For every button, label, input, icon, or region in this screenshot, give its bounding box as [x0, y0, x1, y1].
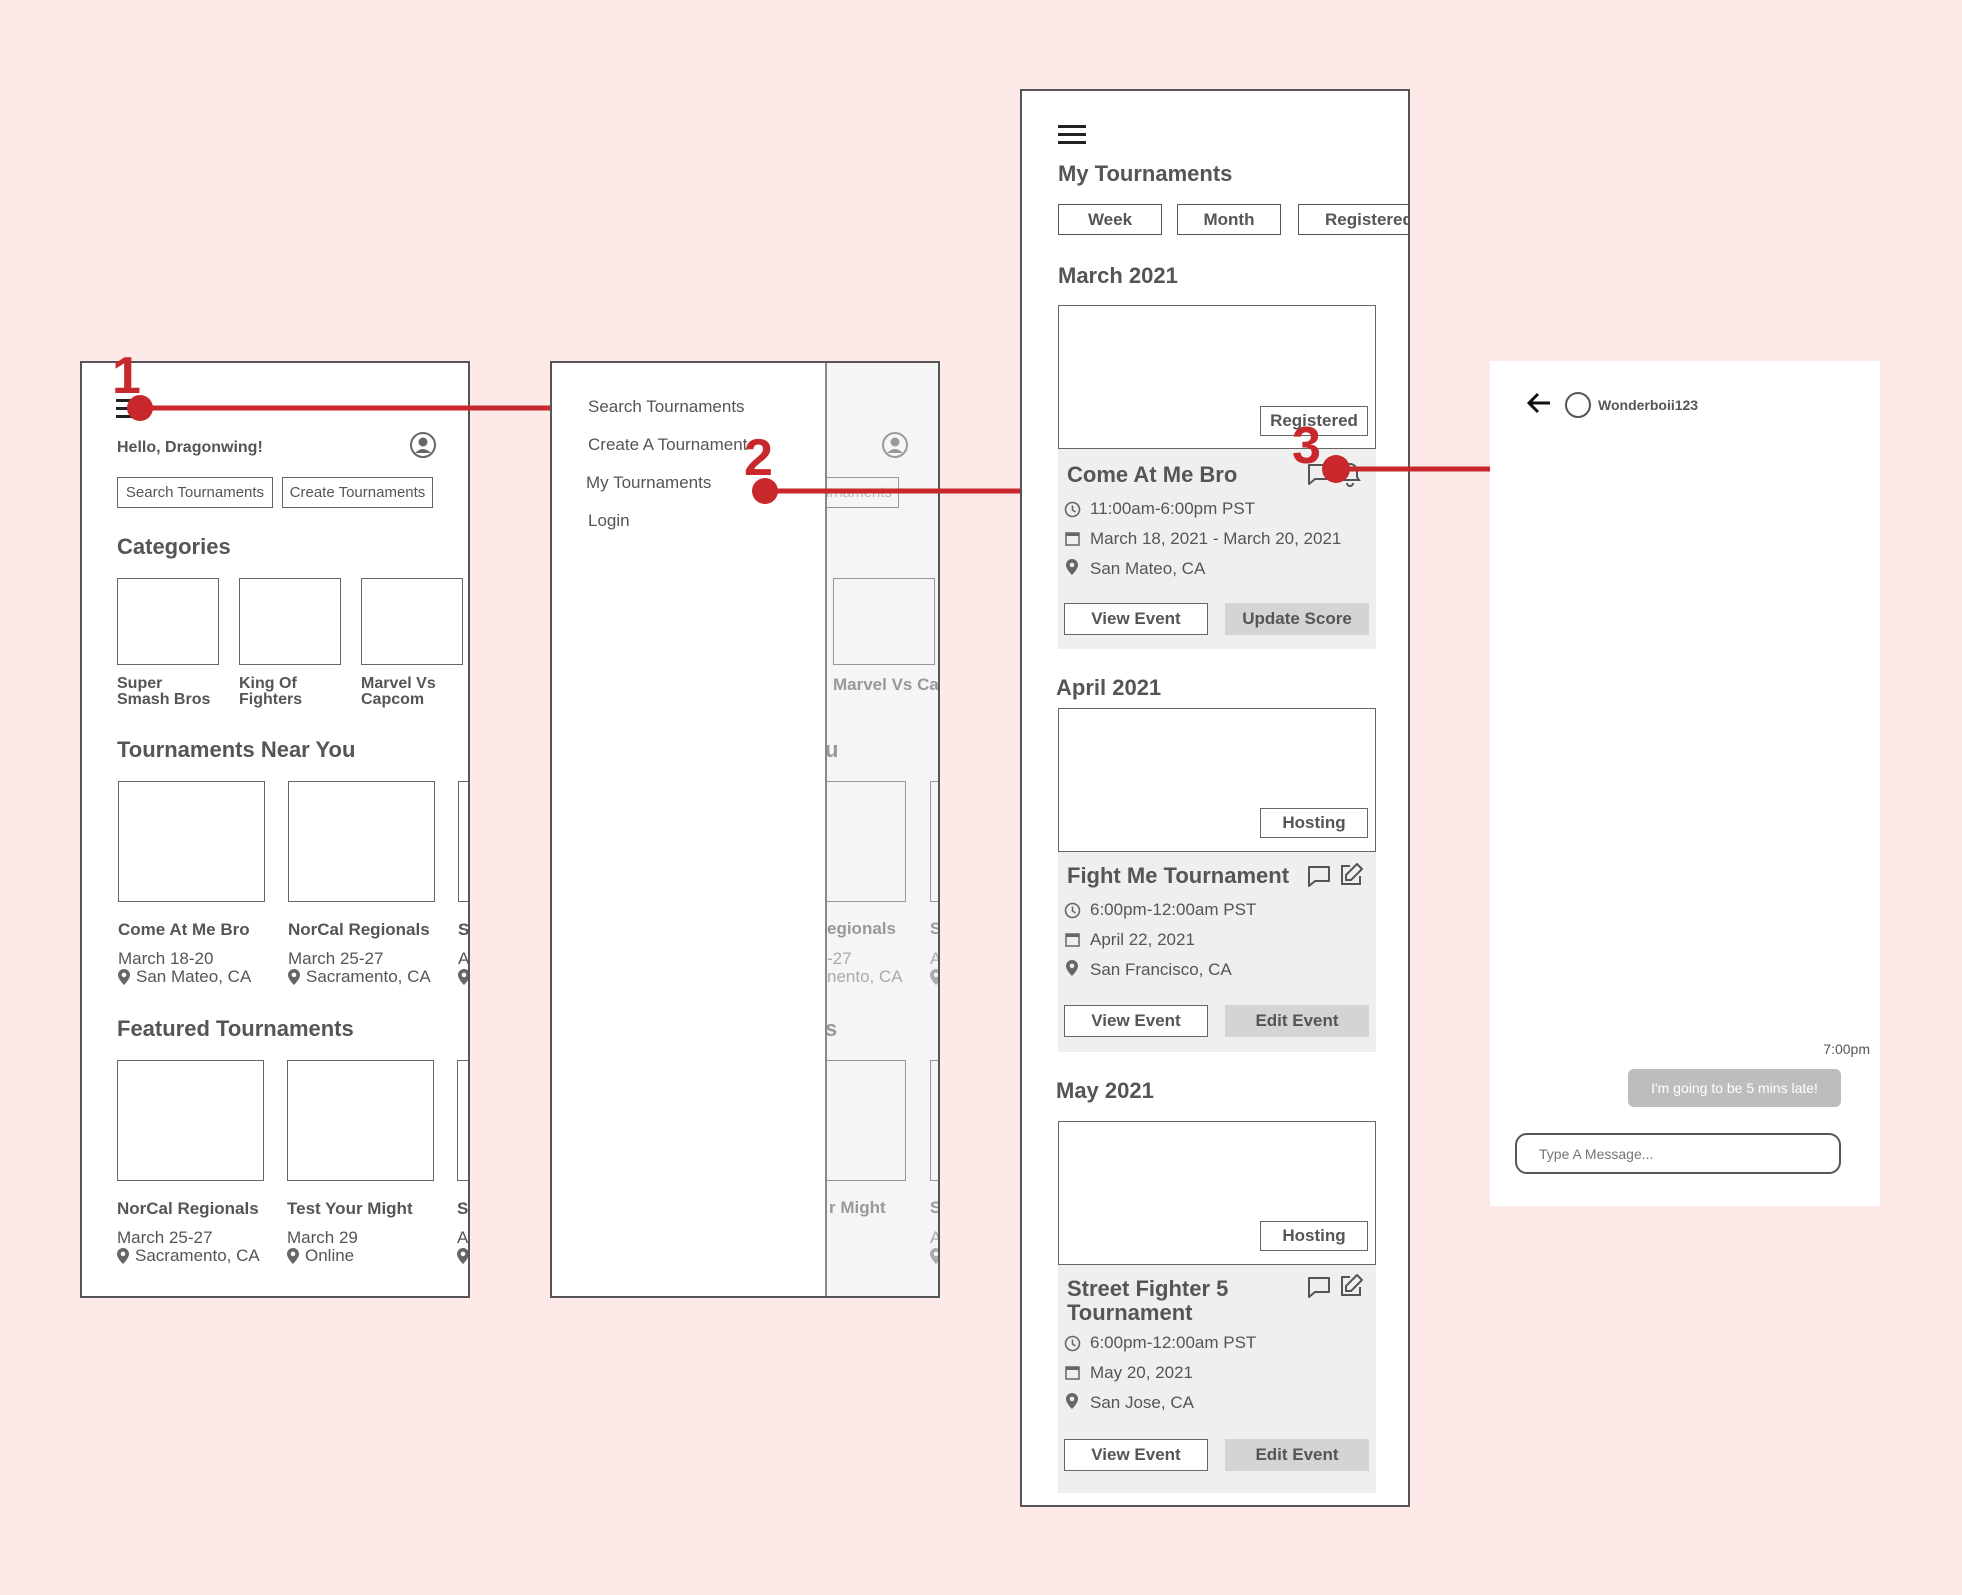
connector-dot-3 — [1322, 455, 1350, 483]
step-number-1: 1 — [112, 347, 141, 405]
step-number-2: 2 — [744, 429, 773, 487]
flow-connectors — [127, 395, 1490, 504]
step-number-3: 3 — [1292, 417, 1321, 475]
